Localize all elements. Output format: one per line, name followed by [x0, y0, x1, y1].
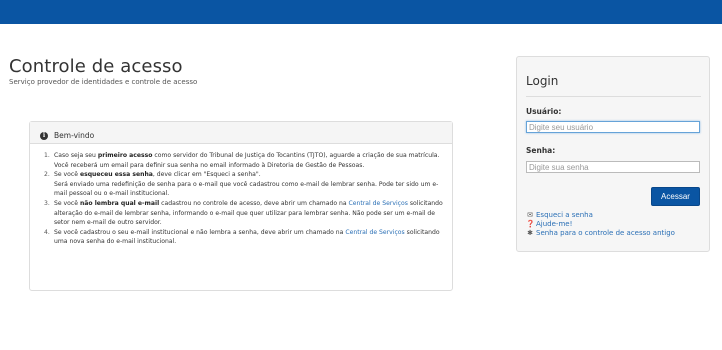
list-item: 3. Se você não lembra qual e-mail cadast… [44, 199, 444, 228]
login-submit-button[interactable]: Acessar [651, 187, 700, 206]
page-title: Controle de acesso [9, 56, 183, 77]
page-subtitle: Serviço provedor de identidades e contro… [9, 78, 198, 86]
username-input[interactable] [526, 121, 700, 133]
list-item-number: 4. [44, 228, 50, 236]
list-item-bold: esqueceu essa senha [79, 171, 153, 179]
list-item-number: 2. [44, 171, 50, 179]
welcome-panel-header: i Bem-vindo [30, 122, 452, 144]
login-title: Login [526, 74, 559, 88]
central-de-servicos-link[interactable]: Central de Serviços [345, 229, 404, 236]
list-item-text: , deve clicar em "Esqueci a senha". [152, 171, 261, 179]
question-icon: ❓ [526, 220, 535, 228]
password-label: Senha: [526, 146, 556, 155]
list-item-text: Se você [54, 171, 80, 179]
welcome-panel: i Bem-vindo 1. Caso seja seu primeiro ac… [29, 121, 453, 291]
username-label: Usuário: [526, 107, 562, 116]
welcome-title: Bem-vindo [54, 131, 95, 140]
list-item-text: Caso seja seu [54, 152, 98, 159]
list-item-number: 3. [44, 199, 50, 207]
list-item-number: 1. [44, 152, 50, 159]
password-input[interactable] [526, 161, 700, 173]
list-item-text: Se você cadastrou o seu e-mail instituci… [54, 228, 346, 236]
legacy-password-label: Senha para o controle de acesso antigo [536, 229, 675, 237]
forgot-password-link[interactable]: ✉ Esqueci a senha [526, 211, 675, 220]
legacy-password-link[interactable]: ✱ Senha para o controle de acesso antigo [526, 229, 675, 238]
login-panel: Login Usuário: Senha: Acessar ✉ Esqueci … [516, 56, 710, 252]
list-item: 4. Se você cadastrou o seu e-mail instit… [44, 228, 444, 247]
list-item: 1. Caso seja seu primeiro acesso como se… [44, 151, 444, 170]
divider [526, 96, 701, 97]
list-item-bold: primeiro acesso [97, 152, 153, 159]
help-link[interactable]: ❓ Ajude-me! [526, 220, 675, 229]
list-item-text: Será enviado uma redefinição de senha pa… [54, 180, 439, 198]
info-icon: i [40, 131, 48, 140]
envelope-icon: ✉ [527, 211, 533, 219]
forgot-password-label: Esqueci a senha [536, 211, 593, 219]
central-de-servicos-link[interactable]: Central de Serviços [349, 200, 408, 207]
instructions-list: 1. Caso seja seu primeiro acesso como se… [30, 144, 452, 247]
login-links: ✉ Esqueci a senha ❓ Ajude-me! ✱ Senha pa… [526, 211, 675, 238]
help-label: Ajude-me! [536, 220, 573, 228]
list-item: 2. Se você esqueceu essa senha, deve cli… [44, 170, 444, 199]
list-item-bold: não lembra qual e-mail [79, 199, 160, 207]
list-item-text: cadastrou no controle de acesso, deve ab… [159, 199, 349, 207]
list-item-text: Se você [54, 199, 80, 207]
top-header-bar [0, 0, 722, 24]
asterisk-icon: ✱ [527, 229, 533, 237]
